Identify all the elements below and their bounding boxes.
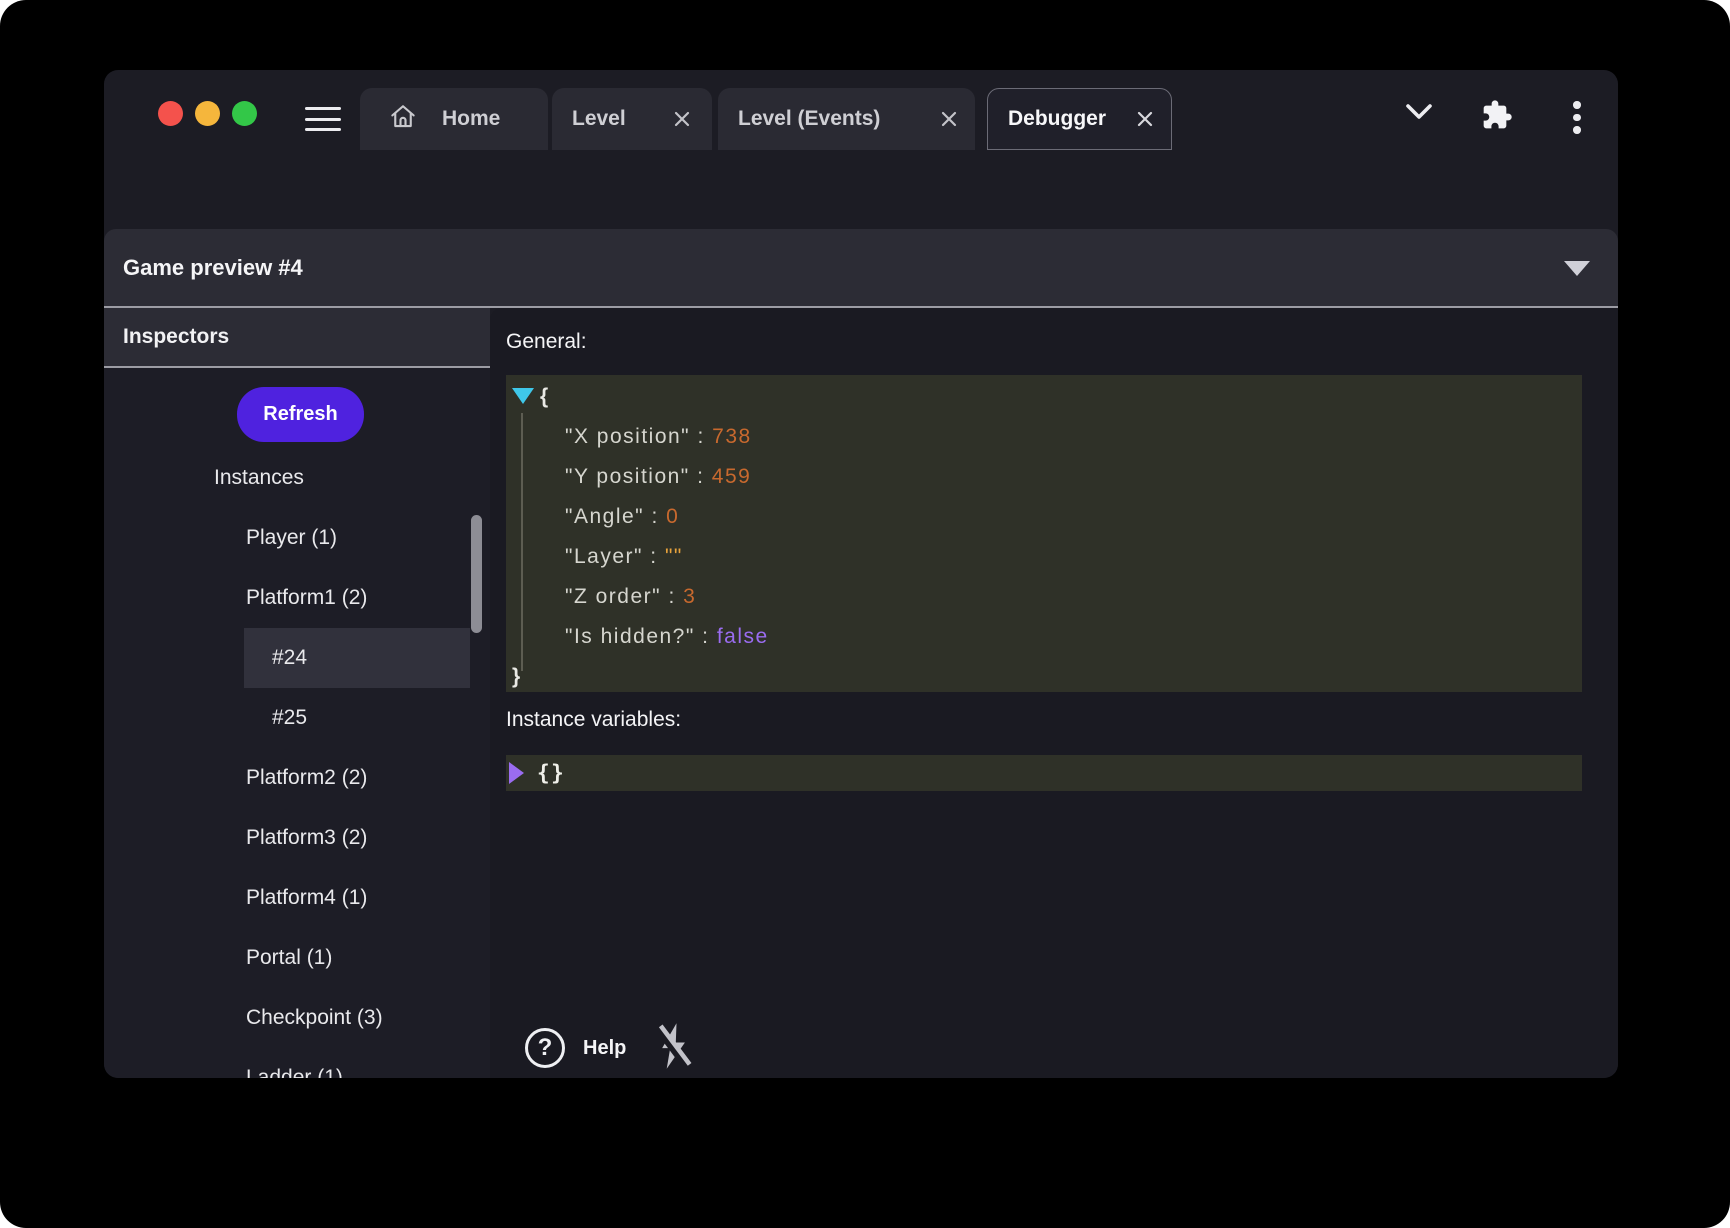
tab-label: Debugger <box>1008 107 1106 131</box>
tab-label: Level <box>572 107 626 131</box>
inspectors-header: Inspectors <box>104 308 490 368</box>
main-menu-icon[interactable] <box>305 107 341 133</box>
instance-variables-label: Instance variables: <box>506 708 681 732</box>
window-minimize-button[interactable] <box>195 101 220 126</box>
json-value: 3 <box>683 585 696 608</box>
inspectors-sidebar: Inspectors Refresh Instances Player (1) … <box>104 308 490 1078</box>
more-options-kebab-icon[interactable] <box>1572 101 1582 139</box>
window-zoom-button[interactable] <box>232 101 257 126</box>
extensions-puzzle-icon[interactable] <box>1481 99 1513 136</box>
instance-variables-value: {} <box>537 755 565 791</box>
json-open-brace: { <box>506 377 1582 417</box>
json-value: 0 <box>666 505 679 528</box>
tree-item-checkpoint[interactable]: Checkpoint (3) <box>104 988 490 1048</box>
tab-home[interactable]: Home <box>360 88 548 150</box>
footer-actions: ? Help <box>525 1024 694 1072</box>
dropdown-caret-icon[interactable] <box>1564 261 1590 276</box>
tree-item-instance-25[interactable]: #25 <box>104 688 490 748</box>
close-icon[interactable] <box>1135 109 1155 129</box>
home-icon <box>388 101 418 137</box>
game-preview-title: Game preview #4 <box>123 229 303 306</box>
general-section-label: General: <box>506 330 587 354</box>
sidebar-scrollbar-thumb[interactable] <box>471 515 482 633</box>
close-icon[interactable] <box>672 109 692 129</box>
tree-item-instance-24[interactable]: #24 <box>104 628 490 688</box>
tab-level-events[interactable]: Level (Events) <box>718 88 975 150</box>
json-property-row: "Z order" : 3 <box>506 577 1582 617</box>
tree-item-player[interactable]: Player (1) <box>104 508 490 568</box>
window-close-button[interactable] <box>158 101 183 126</box>
refresh-button[interactable]: Refresh <box>237 387 364 442</box>
json-property-row: "X position" : 738 <box>506 417 1582 457</box>
json-value: 738 <box>712 425 752 448</box>
close-icon[interactable] <box>939 109 959 129</box>
json-property-row: "Is hidden?" : false <box>506 617 1582 657</box>
tab-label: Level (Events) <box>738 107 880 131</box>
flash-off-icon[interactable] <box>652 1021 694 1076</box>
help-button[interactable]: ? Help <box>525 1028 626 1068</box>
inspectors-title: Inspectors <box>123 308 490 366</box>
chevron-down-icon[interactable] <box>1405 103 1433 126</box>
help-label: Help <box>583 1037 626 1060</box>
gdevelop-window: Home Level Level (Events) Debugger <box>104 70 1618 1078</box>
json-property-row: "Y position" : 459 <box>506 457 1582 497</box>
tab-debugger[interactable]: Debugger <box>987 88 1172 150</box>
tree-item-ladder[interactable]: Ladder (1) <box>104 1048 490 1078</box>
json-value: false <box>717 625 769 648</box>
general-json-viewer: { "X position" : 738 "Y position" : 459 … <box>506 375 1582 692</box>
game-preview-header[interactable]: Game preview #4 <box>104 229 1618 308</box>
instance-variables-viewer: {} <box>506 755 1582 791</box>
tree-item-platform2[interactable]: Platform2 (2) <box>104 748 490 808</box>
tree-item-platform1[interactable]: Platform1 (2) <box>104 568 490 628</box>
screen-background: Home Level Level (Events) Debugger <box>0 0 1730 1228</box>
debugger-toolbar: Pause <box>104 150 1618 229</box>
instances-tree: Instances Player (1) Platform1 (2) #24 #… <box>104 448 490 1078</box>
expand-caret-icon[interactable] <box>509 762 524 784</box>
question-mark-icon: ? <box>525 1028 565 1068</box>
tab-level[interactable]: Level <box>552 88 712 150</box>
json-close-brace: } <box>506 657 1582 697</box>
tab-label: Home <box>442 107 500 131</box>
tree-item-instances[interactable]: Instances <box>104 448 490 508</box>
tab-bar: Home Level Level (Events) Debugger <box>104 70 1618 150</box>
tree-item-portal[interactable]: Portal (1) <box>104 928 490 988</box>
json-property-row: "Angle" : 0 <box>506 497 1582 537</box>
json-value: "" <box>665 545 683 568</box>
json-value: 459 <box>712 465 752 488</box>
inspector-detail-panel: General: { "X position" : 738 "Y positio… <box>490 308 1618 1078</box>
tree-item-platform3[interactable]: Platform3 (2) <box>104 808 490 868</box>
tree-item-platform4[interactable]: Platform4 (1) <box>104 868 490 928</box>
json-property-row: "Layer" : "" <box>506 537 1582 577</box>
